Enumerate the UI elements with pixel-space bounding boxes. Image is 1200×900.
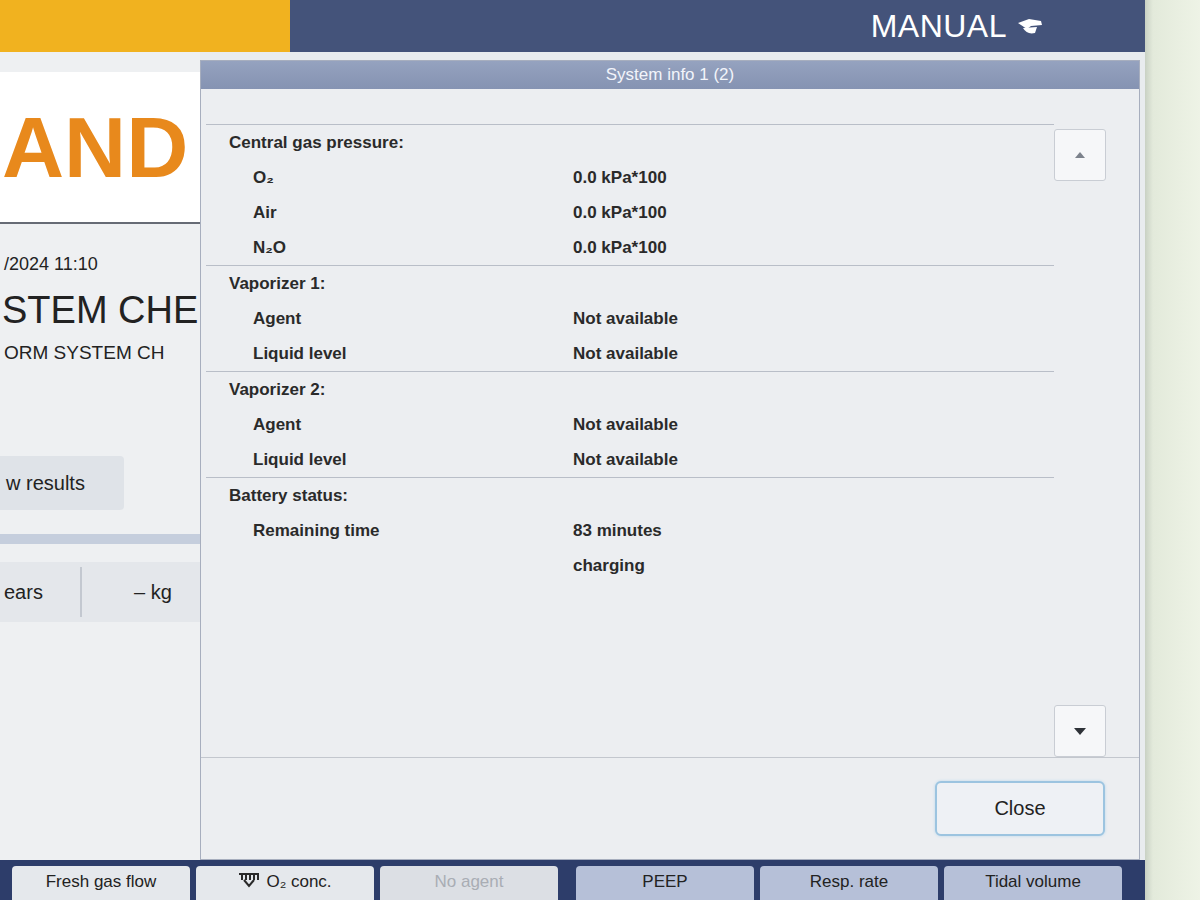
divider-band	[0, 534, 200, 544]
arrow-down-icon	[1074, 728, 1086, 735]
row-label: O₂	[206, 168, 573, 188]
row-label: Agent	[206, 309, 573, 329]
row-label: Liquid level	[206, 450, 573, 470]
parameter-label: O₂ conc.	[266, 872, 331, 892]
parameter-button[interactable]: No agent	[380, 866, 558, 900]
info-row: N₂O0.0 kPa*100	[206, 230, 1054, 265]
mode-area: MANUAL	[290, 0, 1145, 52]
row-value: 83 minutes	[573, 521, 1054, 541]
info-list: Central gas pressure:O₂0.0 kPa*100Air0.0…	[201, 89, 1054, 757]
header-bar: MANUAL	[0, 0, 1145, 52]
info-row: Liquid levelNot available	[206, 336, 1054, 371]
scroll-down-button[interactable]	[1054, 705, 1106, 757]
row-value: Not available	[573, 415, 1054, 435]
parameter-label: PEEP	[642, 872, 687, 892]
parameter-button[interactable]: Tidal volume	[944, 866, 1122, 900]
dialog-body: Central gas pressure:O₂0.0 kPa*100Air0.0…	[201, 89, 1139, 757]
flowmeter-icon	[238, 872, 260, 888]
standby-panel: AND/2024 11:10 STEM CHE ORM SYSTEM CH w res…	[0, 52, 200, 860]
system-check-subtitle: ORM SYSTEM CH	[0, 342, 200, 364]
parameter-button[interactable]: O₂ conc.	[196, 866, 374, 900]
row-value: 0.0 kPa*100	[573, 238, 1054, 258]
row-value: Not available	[573, 309, 1054, 329]
brand-area: AND	[0, 72, 200, 224]
anesthesia-screen: MANUAL AND/2024 11:10 STEM CHE ORM SYSTEM C…	[0, 0, 1200, 900]
brand-text: AND	[0, 104, 188, 190]
status-strip	[0, 0, 290, 52]
view-results-button[interactable]: w results	[0, 456, 124, 510]
info-section: Vaporizer 2:AgentNot availableLiquid lev…	[206, 371, 1054, 477]
row-value: Not available	[573, 450, 1054, 470]
scroll-controls	[1054, 89, 1139, 757]
parameter-label: Resp. rate	[810, 872, 888, 892]
system-info-dialog: System info 1 (2)Central gas pressure:O₂…	[200, 60, 1140, 860]
weight-field[interactable]: – kg	[82, 581, 172, 604]
device-bezel	[1145, 0, 1200, 900]
dialog-title: System info 1 (2)	[201, 61, 1139, 89]
parameter-bar: Fresh gas flow O₂ conc. No agent PEEP Resp. …	[0, 860, 1145, 900]
info-section: Central gas pressure:O₂0.0 kPa*100Air0.0…	[206, 124, 1054, 265]
info-row: charging	[206, 548, 1054, 583]
row-label: Liquid level	[206, 344, 573, 364]
parameter-label: No agent	[435, 872, 504, 892]
info-row: Liquid levelNot available	[206, 442, 1054, 477]
row-label: Agent	[206, 415, 573, 435]
section-title: Vaporizer 1:	[206, 266, 1054, 301]
section-title: Central gas pressure:	[206, 125, 1054, 160]
parameter-button[interactable]: PEEP	[576, 866, 754, 900]
arrow-up-icon	[1075, 152, 1085, 158]
row-label: Air	[206, 203, 573, 223]
row-value: 0.0 kPa*100	[573, 168, 1054, 188]
parameter-button[interactable]: Resp. rate	[760, 866, 938, 900]
row-value: Not available	[573, 344, 1054, 364]
mode-label: MANUAL	[871, 8, 1007, 45]
scroll-up-button[interactable]	[1054, 129, 1106, 181]
info-row: O₂0.0 kPa*100	[206, 160, 1054, 195]
info-row: AgentNot available	[206, 301, 1054, 336]
info-row: Remaining time83 minutes	[206, 513, 1054, 548]
manual-bag-icon	[1015, 13, 1045, 39]
dialog-footer: Close	[201, 757, 1139, 859]
standby-view: AND/2024 11:10 STEM CHE ORM SYSTEM CH w res…	[0, 52, 1145, 860]
info-row: Air0.0 kPa*100	[206, 195, 1054, 230]
row-label: N₂O	[206, 238, 573, 258]
info-section: Battery status:Remaining time83 minutesc…	[206, 477, 1054, 583]
row-value: charging	[573, 556, 1054, 576]
date-time: /2024 11:10	[0, 254, 200, 275]
patient-data-row: ears– kg	[0, 562, 200, 622]
close-button[interactable]: Close	[935, 781, 1105, 836]
screen: MANUAL AND/2024 11:10 STEM CHE ORM SYSTEM C…	[0, 0, 1145, 900]
system-check-title: STEM CHE	[0, 289, 200, 332]
info-row: AgentNot available	[206, 407, 1054, 442]
parameter-label: Fresh gas flow	[46, 872, 157, 892]
parameter-button[interactable]: Fresh gas flow	[12, 866, 190, 900]
info-section: Vaporizer 1:AgentNot availableLiquid lev…	[206, 265, 1054, 371]
parameter-label: Tidal volume	[985, 872, 1081, 892]
age-field[interactable]: ears	[0, 567, 82, 617]
section-title: Vaporizer 2:	[206, 372, 1054, 407]
row-label: Remaining time	[206, 521, 573, 541]
row-value: 0.0 kPa*100	[573, 203, 1054, 223]
section-title: Battery status:	[206, 478, 1054, 513]
